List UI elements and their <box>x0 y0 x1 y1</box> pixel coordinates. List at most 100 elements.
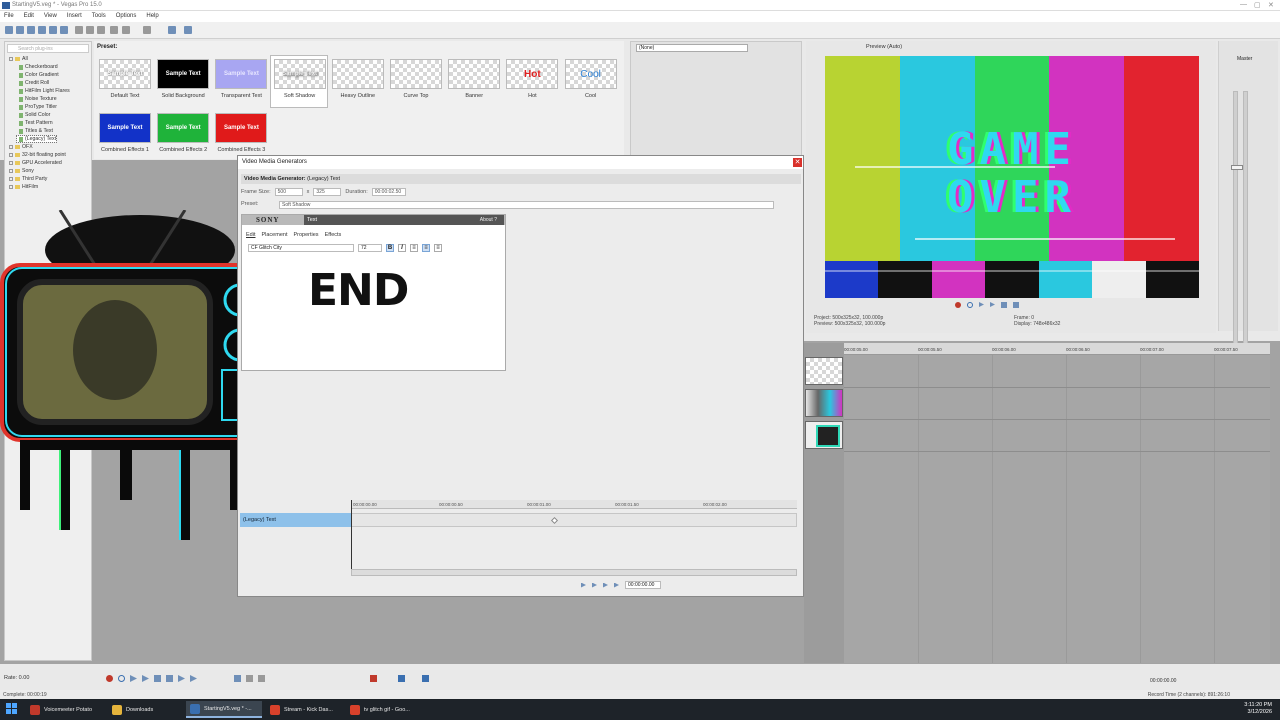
menu-insert[interactable]: Insert <box>63 11 86 19</box>
tree-item[interactable]: Titles & Text <box>17 128 53 134</box>
tree-item[interactable]: Third Party <box>9 176 47 182</box>
expand-icon[interactable] <box>9 177 13 181</box>
tab-placement[interactable]: Placement <box>261 232 287 238</box>
open-icon[interactable] <box>16 26 24 34</box>
keyframe-marker[interactable] <box>550 516 559 525</box>
expand-icon[interactable] <box>9 185 13 189</box>
plugin-search-input[interactable]: Search plug-ins <box>7 44 89 53</box>
preset-caption[interactable]: Cool <box>560 93 622 99</box>
loop-icon[interactable] <box>967 302 973 308</box>
track-thumb-glitch[interactable] <box>805 389 843 417</box>
text-editor-content[interactable]: END <box>308 265 409 316</box>
preset-thumbnail[interactable]: Sample Text <box>99 113 151 143</box>
tree-item[interactable]: Sony <box>9 168 34 174</box>
menu-help[interactable]: Help <box>142 11 162 19</box>
preset-caption[interactable]: Soft Shadow <box>269 93 331 99</box>
delete-icon[interactable] <box>110 26 118 34</box>
tree-item[interactable]: Credit Roll <box>17 80 49 86</box>
prev-keyframe-icon[interactable] <box>592 582 597 588</box>
expand-icon[interactable] <box>9 169 13 173</box>
taskbar-item[interactable]: StartingV5.veg * -... <box>186 701 262 718</box>
taskbar-item[interactable]: Stream - Kick Das... <box>266 701 342 718</box>
minimize-button[interactable]: — <box>1240 1 1247 8</box>
preset-caption[interactable]: Combined Effects 1 <box>94 147 156 153</box>
stop-icon[interactable] <box>1013 302 1019 308</box>
windows-start-icon[interactable] <box>6 703 18 715</box>
redo-icon[interactable] <box>143 26 151 34</box>
font-family-select[interactable]: CF Glitch City <box>248 244 354 252</box>
keyframe-cursor[interactable] <box>351 500 352 570</box>
marker-icon[interactable] <box>370 675 377 682</box>
align-right-button[interactable]: ≡ <box>434 244 442 252</box>
save-icon[interactable] <box>27 26 35 34</box>
last-keyframe-icon[interactable] <box>614 582 619 588</box>
dialog-close-button[interactable]: ✕ <box>793 158 802 167</box>
preset-caption[interactable]: Combined Effects 3 <box>210 147 272 153</box>
frame-width-input[interactable]: 500 <box>274 188 303 196</box>
keyframe-ruler[interactable]: 00:00:00.00 00:00:00.50 00:00:01.00 00:0… <box>351 500 797 509</box>
record-icon[interactable] <box>955 302 961 308</box>
menu-tools[interactable]: Tools <box>88 11 110 19</box>
paste-icon[interactable] <box>97 26 105 34</box>
trimmer-media-select[interactable]: (None) <box>636 44 748 52</box>
play-from-start-icon[interactable] <box>979 302 984 307</box>
tree-item[interactable]: Noise Texture <box>17 96 57 102</box>
close-window-button[interactable]: ✕ <box>1268 1 1274 9</box>
tree-item[interactable]: (Legacy) Text <box>15 135 58 143</box>
menu-file[interactable]: File <box>0 11 18 19</box>
tree-item[interactable]: OFX <box>9 144 33 150</box>
tab-edit[interactable]: Edit <box>246 232 255 238</box>
system-clock[interactable]: 3:11:20 PM 3/12/2026 <box>1244 702 1272 716</box>
keyframe-scrollbar[interactable] <box>351 569 797 576</box>
record-button-icon[interactable] <box>106 675 113 682</box>
preset-thumbnail[interactable]: Sample Text <box>99 59 151 89</box>
pause-icon[interactable] <box>1001 302 1007 308</box>
menu-options[interactable]: Options <box>112 11 141 19</box>
selection-edit-tool-icon[interactable] <box>258 675 265 682</box>
master-fader[interactable] <box>1231 165 1243 170</box>
tree-item[interactable]: All <box>9 56 28 62</box>
timeline-ruler[interactable]: 00:00:05.00 00:00:05.50 00:00:06.00 00:0… <box>844 343 1270 355</box>
expand-icon[interactable] <box>9 153 13 157</box>
properties-icon[interactable] <box>60 26 68 34</box>
bold-button[interactable]: B <box>386 244 394 252</box>
preset-caption[interactable]: Solid Background <box>152 93 214 99</box>
duration-input[interactable]: 00:00:02.50 <box>371 188 406 196</box>
preset-caption[interactable]: Hot <box>501 93 563 99</box>
frame-height-input[interactable]: 325 <box>313 188 342 196</box>
align-center-button[interactable]: ≡ <box>422 244 430 252</box>
playback-rate[interactable]: Rate: 0.00 <box>4 675 29 681</box>
preset-thumbnail[interactable] <box>448 59 501 89</box>
envelope-tool-icon[interactable] <box>184 26 192 34</box>
stop-button-icon[interactable] <box>166 675 173 682</box>
trim-tool-icon[interactable] <box>168 26 176 34</box>
snapping-icon[interactable] <box>398 675 405 682</box>
preview-mode-select[interactable]: Preview (Auto) <box>866 44 902 50</box>
maximize-button[interactable]: ▢ <box>1254 1 1261 9</box>
next-keyframe-icon[interactable] <box>603 582 608 588</box>
save-as-icon[interactable] <box>38 26 46 34</box>
timeline[interactable]: 00:00:05.00 00:00:05.50 00:00:06.00 00:0… <box>844 343 1270 663</box>
envelope-edit-tool-icon[interactable] <box>246 675 253 682</box>
preset-caption[interactable]: Combined Effects 2 <box>152 147 214 153</box>
track-thumb-text[interactable] <box>805 357 843 385</box>
menu-view[interactable]: View <box>40 11 61 19</box>
preset-thumbnail[interactable]: Cool <box>564 59 617 89</box>
tree-item[interactable]: 32-bit floating point <box>9 152 66 158</box>
play-from-start-button-icon[interactable] <box>130 675 137 682</box>
preset-thumbnail[interactable] <box>331 59 384 89</box>
tree-item[interactable]: ProType Titler <box>17 104 57 110</box>
first-keyframe-icon[interactable] <box>581 582 586 588</box>
preset-caption[interactable]: Curve Top <box>385 93 447 99</box>
dialog-preset-select[interactable]: Soft Shadow <box>279 201 774 209</box>
tree-item[interactable]: Solid Color <box>17 112 50 118</box>
tree-item[interactable]: Checkerboard <box>17 64 58 70</box>
keyframe-track-label[interactable]: (Legacy) Text <box>240 513 351 527</box>
tab-effects[interactable]: Effects <box>325 232 342 238</box>
taskbar-item[interactable]: Downloads <box>108 701 182 718</box>
preset-thumbnail[interactable]: Hot <box>506 59 559 89</box>
go-to-end-icon[interactable] <box>190 675 197 682</box>
tree-item[interactable]: HitFilm <box>9 184 38 190</box>
font-size-select[interactable]: 72 <box>358 244 382 252</box>
expand-icon[interactable] <box>9 57 13 61</box>
